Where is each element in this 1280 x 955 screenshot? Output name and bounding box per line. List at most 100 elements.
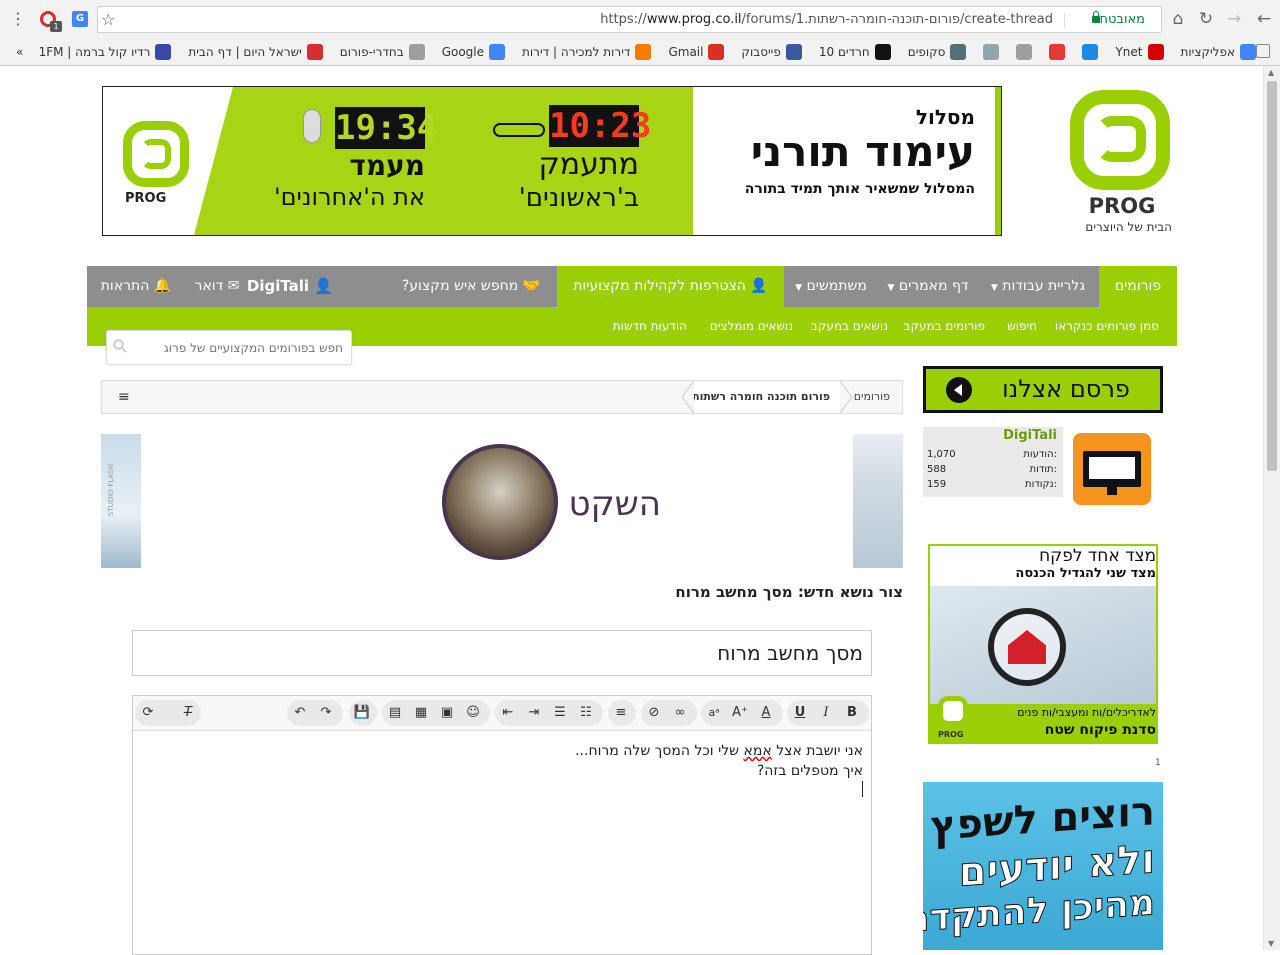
- save-draft-icon[interactable]: 💾: [349, 700, 375, 726]
- underline-icon[interactable]: U: [787, 700, 813, 726]
- nav-join[interactable]: 👤 הצטרפות לקהילות מקצועיות: [557, 266, 784, 307]
- align-icon[interactable]: ≡: [608, 700, 634, 726]
- bookmark-item[interactable]: רדיו קול ברמה | 1FM: [39, 42, 172, 62]
- address-bar[interactable]: מאובטח https://www.prog.co.il/forums/פור…: [97, 6, 1162, 33]
- bookmark-item[interactable]: [983, 42, 1000, 62]
- redo-icon[interactable]: ↷: [313, 700, 339, 726]
- top-banner-ad[interactable]: PROG 19:34 מעמד את ה'אחרונים' 10:23 מתעמ…: [102, 86, 1002, 236]
- search-icon[interactable]: [113, 339, 127, 353]
- r-icon: [983, 44, 1000, 60]
- subnav-mark-read[interactable]: סמן פורומים כנקראו: [1055, 319, 1159, 333]
- sidebar-ad-workshop[interactable]: מצד אחד לפקח מצד שני להגדיל הכנסה לאדריכ…: [928, 544, 1158, 744]
- bullet-list-icon[interactable]: ☷: [573, 700, 599, 726]
- forward-icon[interactable]: →: [1224, 9, 1244, 29]
- outdent-icon[interactable]: ⇥: [521, 700, 547, 726]
- bookmark-item[interactable]: דירות למכירה | דירות: [522, 42, 652, 62]
- bookmark-icon: [1082, 44, 1099, 60]
- nav-users[interactable]: משתמשים ▼: [786, 266, 876, 307]
- breadcrumb-root[interactable]: פורומים: [854, 381, 890, 413]
- stat-likes: 588 תודות:: [927, 464, 1057, 475]
- toggle-bbcode-icon[interactable]: ⟳: [135, 700, 161, 726]
- undo-icon[interactable]: ↶: [287, 700, 313, 726]
- subnav-search[interactable]: חיפוש: [1007, 319, 1037, 333]
- bookmark-item[interactable]: פייסבוק: [741, 42, 802, 62]
- scroll-down-icon[interactable]: ▼: [1268, 939, 1274, 948]
- nav-user[interactable]: 👤 DigiTali: [247, 266, 333, 307]
- message-editor: ⟳ T̶ ↶ ↷ 💾 ▤ ▦ ▣ ☺ ⇤ ⇥ ☰ ☷ ≡ ⊘ ∞ aᵃ A⁺ A…: [132, 695, 872, 955]
- bookmark-item[interactable]: [1049, 42, 1066, 62]
- subnav-watched-forums[interactable]: פורומים במעקב: [904, 319, 985, 333]
- scroll-up-icon[interactable]: ▲: [1268, 68, 1274, 77]
- search-input[interactable]: [137, 337, 343, 359]
- subnav-watched-threads[interactable]: נושאים במעקב: [811, 319, 888, 333]
- editor-content[interactable]: אני יושבת אצל אמא שלי וכל המסך שלה מרוח.…: [143, 741, 863, 803]
- arrow-left-icon: [946, 377, 972, 403]
- scrollbar[interactable]: ▲ ▼: [1263, 66, 1280, 950]
- profile-username[interactable]: DigiTali: [923, 428, 1057, 443]
- bookmark-item[interactable]: Ynet: [1115, 42, 1164, 62]
- bookmark-item[interactable]: Gmail: [668, 42, 725, 62]
- bold-icon[interactable]: B: [839, 700, 865, 726]
- bookmark-folder-icon[interactable]: [1256, 44, 1270, 58]
- bookmark-item[interactable]: אפליקציות: [1181, 42, 1256, 62]
- link-icon[interactable]: ∞: [667, 700, 693, 726]
- advertise-button[interactable]: פרסם אצלנו: [923, 366, 1163, 413]
- smilies-icon[interactable]: ☺: [460, 700, 486, 726]
- bookmark-item[interactable]: ישראל היום | דף הבית: [188, 42, 323, 62]
- bookmark-item[interactable]: [1016, 42, 1033, 62]
- italic-icon[interactable]: I: [813, 700, 839, 726]
- subnav-new-posts[interactable]: הודעות חדשות: [613, 319, 687, 333]
- nav-gallery[interactable]: גלריית עבודות ▼: [983, 266, 1093, 307]
- nav-forums[interactable]: פורומים: [1099, 266, 1177, 307]
- scroll-thumb[interactable]: [1267, 81, 1277, 471]
- radio-icon: [155, 44, 172, 60]
- star-icon[interactable]: ☆: [101, 10, 115, 29]
- subnav-featured[interactable]: נושאים מומלצים: [710, 319, 793, 333]
- apps-icon: [1240, 44, 1256, 60]
- bookmark-item[interactable]: חרדים 10: [819, 42, 891, 62]
- nav-mail[interactable]: ✉ דואר: [187, 266, 247, 307]
- text-color-icon[interactable]: A: [753, 700, 779, 726]
- numbered-list-icon[interactable]: ☰: [547, 700, 573, 726]
- indent-icon[interactable]: ⇤: [495, 700, 521, 726]
- breadcrumb-current[interactable]: פורום תוכנה חומרה רשתות: [692, 381, 830, 413]
- sidebar-ad-renovation[interactable]: רוצים לשפץ ולא יודעים מהיכן להתקדם: [923, 782, 1163, 950]
- profile-avatar[interactable]: [1069, 427, 1155, 509]
- back-icon[interactable]: ←: [1254, 9, 1274, 29]
- nav-find-pro[interactable]: 🤝 מחפש איש מקצוע?: [391, 266, 551, 307]
- handshake-icon: 🤝: [522, 278, 541, 294]
- stat-messages: 1,070 הודעות:: [927, 449, 1057, 460]
- nav-alerts[interactable]: 🔔 התראות: [93, 266, 179, 307]
- font-family-icon[interactable]: A⁺: [727, 700, 753, 726]
- hamburger-icon[interactable]: ≡: [118, 390, 130, 404]
- stat-points: 159 נקודות:: [927, 479, 1057, 490]
- bookmarks-overflow[interactable]: »: [16, 42, 23, 62]
- home-icon[interactable]: ⌂: [1168, 9, 1188, 29]
- yad2-icon: [635, 44, 652, 60]
- reload-icon[interactable]: ↻: [1196, 9, 1216, 29]
- ad-counter: 1: [1155, 758, 1161, 768]
- caret-down-icon: ▼: [795, 283, 802, 293]
- forum-avatar: [442, 444, 558, 560]
- nav-articles[interactable]: דף מאמרים ▼: [880, 266, 976, 307]
- unlink-icon[interactable]: ⊘: [641, 700, 667, 726]
- media-icon[interactable]: ▦: [408, 700, 434, 726]
- secure-indicator[interactable]: מאובטח: [1088, 11, 1145, 27]
- extension-badge: 1: [50, 21, 62, 32]
- quote-icon[interactable]: ▤: [382, 700, 408, 726]
- remove-format-icon[interactable]: T̶: [175, 700, 201, 726]
- bookmark-item[interactable]: בחדרי-פורום: [340, 42, 425, 62]
- translate-icon[interactable]: G: [72, 11, 88, 27]
- image-icon[interactable]: ▣: [434, 700, 460, 726]
- page-icon: [408, 44, 425, 60]
- font-size-icon[interactable]: aᵃ: [701, 700, 727, 726]
- bookmark-item[interactable]: Google: [442, 42, 506, 62]
- menu-icon[interactable]: ⋮: [10, 9, 26, 28]
- site-logo[interactable]: PROG הבית של היוצרים: [1066, 88, 1174, 238]
- bookmark-item[interactable]: [1082, 42, 1099, 62]
- thread-title-input[interactable]: [133, 631, 871, 675]
- bookmark-item[interactable]: סקופים: [908, 42, 967, 62]
- bookmark-list: אפליקציות Ynet סקופים חרדים 10 פייסבוק Gmail ד…: [39, 42, 1256, 62]
- facebook-icon: [785, 44, 802, 60]
- editor-toolbar: ⟳ T̶ ↶ ↷ 💾 ▤ ▦ ▣ ☺ ⇤ ⇥ ☰ ☷ ≡ ⊘ ∞ aᵃ A⁺ A…: [133, 696, 871, 731]
